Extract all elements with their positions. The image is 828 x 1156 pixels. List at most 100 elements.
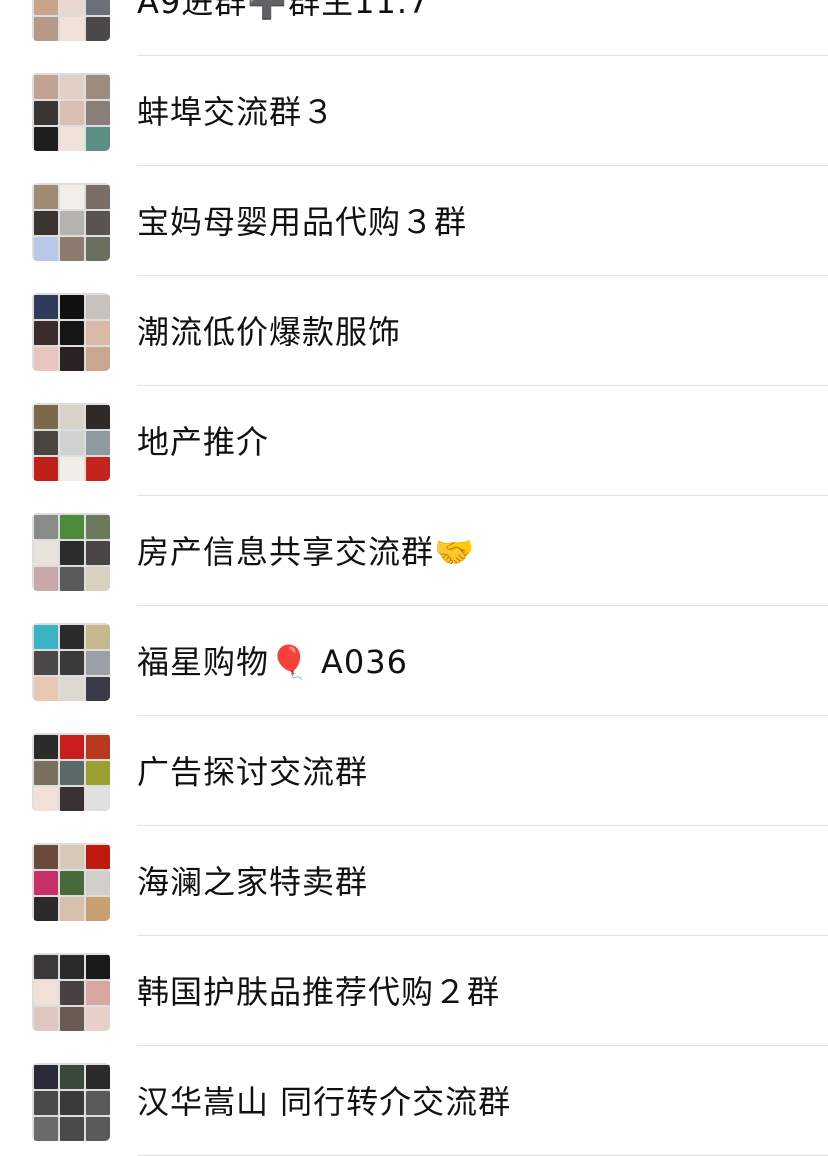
member-avatar-tile [34,1007,58,1031]
group-chat-item[interactable]: 蚌埠交流群３ [0,56,828,166]
member-avatar-tile [60,0,84,15]
member-avatar-tile [60,405,84,429]
member-avatar-tile [34,515,58,539]
group-chat-item[interactable]: 福星购物🎈 A036 [0,606,828,716]
member-avatar-tile [34,761,58,785]
member-avatar-tile [86,0,110,15]
member-avatar-tile [60,457,84,481]
group-chat-item[interactable]: 广告探讨交流群 [0,716,828,826]
member-avatar-tile [86,761,110,785]
group-name: 汉华嵩山 同行转介交流群 [137,1083,512,1121]
group-chat-item[interactable]: 宝妈母婴用品代购３群 [0,166,828,276]
member-avatar-tile [34,1091,58,1115]
group-avatar [32,733,110,811]
group-name: 潮流低价爆款服饰 [137,313,402,351]
member-avatar-tile [34,405,58,429]
member-avatar-tile [60,955,84,979]
member-avatar-tile [86,237,110,261]
member-avatar-tile [60,1117,84,1141]
group-avatar [32,293,110,371]
group-name: 地产推介 [137,423,270,461]
member-avatar-tile [86,75,110,99]
member-avatar-tile [60,127,84,151]
member-avatar-tile [34,871,58,895]
group-avatar [32,1063,110,1141]
member-avatar-tile [60,567,84,591]
member-avatar-tile [86,541,110,565]
member-avatar-tile [86,347,110,371]
group-chat-item[interactable]: 地产推介 [0,386,828,496]
member-avatar-tile [86,677,110,701]
group-avatar [32,73,110,151]
member-avatar-tile [86,567,110,591]
member-avatar-tile [34,295,58,319]
group-chat-item[interactable]: 房产信息共享交流群🤝 [0,496,828,606]
member-avatar-tile [34,625,58,649]
member-avatar-tile [34,955,58,979]
member-avatar-tile [86,897,110,921]
member-avatar-tile [60,871,84,895]
member-avatar-tile [34,101,58,125]
member-avatar-tile [86,101,110,125]
member-avatar-tile [86,787,110,811]
member-avatar-tile [60,17,84,41]
group-chat-item[interactable]: 汉华嵩山 同行转介交流群 [0,1046,828,1156]
member-avatar-tile [34,651,58,675]
member-avatar-tile [60,761,84,785]
member-avatar-tile [34,787,58,811]
group-chat-item[interactable]: 潮流低价爆款服饰 [0,276,828,386]
member-avatar-tile [60,515,84,539]
member-avatar-tile [60,897,84,921]
group-avatar [32,513,110,591]
group-name: 蚌埠交流群３ [137,93,336,131]
member-avatar-tile [34,127,58,151]
group-chat-list: A9进群➕群主11.7 蚌埠交流群３ 宝妈母婴用品代购３群 潮流低价爆款服饰 地… [0,0,828,1156]
group-avatar [32,953,110,1031]
group-chat-item[interactable]: 海澜之家特卖群 [0,826,828,936]
member-avatar-tile [60,75,84,99]
member-avatar-tile [34,541,58,565]
member-avatar-tile [34,845,58,869]
member-avatar-tile [34,17,58,41]
member-avatar-tile [60,787,84,811]
member-avatar-tile [86,981,110,1005]
member-avatar-tile [86,1117,110,1141]
member-avatar-tile [60,677,84,701]
member-avatar-tile [60,295,84,319]
member-avatar-tile [60,431,84,455]
member-avatar-tile [86,457,110,481]
group-name: 房产信息共享交流群🤝 [137,533,475,571]
member-avatar-tile [60,237,84,261]
member-avatar-tile [60,981,84,1005]
member-avatar-tile [60,625,84,649]
member-avatar-tile [34,677,58,701]
member-avatar-tile [60,735,84,759]
member-avatar-tile [60,185,84,209]
group-avatar [32,403,110,481]
group-chat-item[interactable]: A9进群➕群主11.7 [0,0,828,56]
member-avatar-tile [86,321,110,345]
group-name: 宝妈母婴用品代购３群 [137,203,468,241]
member-avatar-tile [86,295,110,319]
member-avatar-tile [34,0,58,15]
member-avatar-tile [34,431,58,455]
member-avatar-tile [60,1007,84,1031]
member-avatar-tile [60,347,84,371]
group-avatar [32,843,110,921]
member-avatar-tile [86,845,110,869]
group-avatar [32,183,110,261]
member-avatar-tile [86,651,110,675]
member-avatar-tile [34,735,58,759]
member-avatar-tile [34,237,58,261]
member-avatar-tile [86,211,110,235]
member-avatar-tile [60,211,84,235]
member-avatar-tile [86,185,110,209]
member-avatar-tile [34,321,58,345]
group-chat-item[interactable]: 韩国护肤品推荐代购２群 [0,936,828,1046]
member-avatar-tile [86,955,110,979]
member-avatar-tile [60,845,84,869]
member-avatar-tile [34,567,58,591]
member-avatar-tile [86,1091,110,1115]
member-avatar-tile [34,185,58,209]
member-avatar-tile [60,101,84,125]
